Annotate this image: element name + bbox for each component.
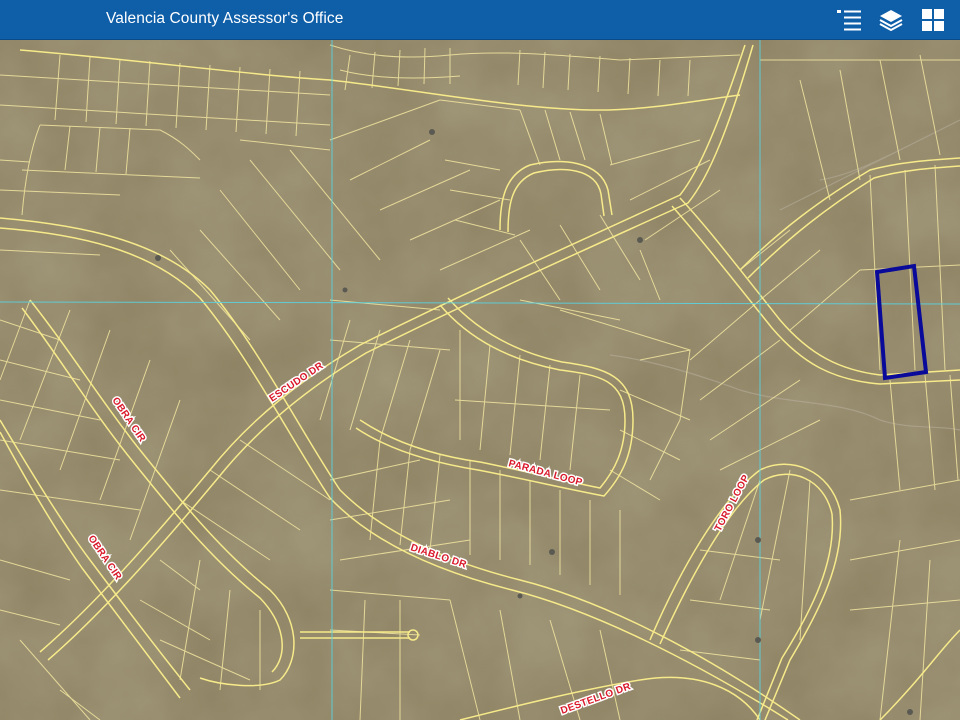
- layers-button[interactable]: [874, 3, 908, 37]
- legend-list-icon: [837, 10, 861, 31]
- legend-button[interactable]: [832, 3, 866, 37]
- app-header: Valencia County Assessor's Office: [0, 0, 960, 40]
- app-title: Valencia County Assessor's Office: [106, 10, 344, 27]
- basemap-gallery-button[interactable]: [916, 3, 950, 37]
- map-view[interactable]: ESCUDO DR OBRA CIR OBRA CIR PARADA LOOP …: [0, 40, 960, 720]
- layers-icon: [879, 10, 903, 32]
- grid-icon: [922, 9, 944, 31]
